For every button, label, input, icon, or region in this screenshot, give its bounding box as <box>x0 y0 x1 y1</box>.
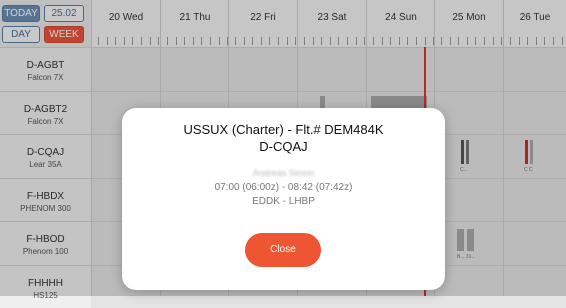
flight-registration: D-CQAJ <box>122 139 445 154</box>
close-button[interactable]: Close <box>245 233 321 267</box>
flight-route: EDDK - LHBP <box>122 196 445 207</box>
flight-title: USSUX (Charter) - Flt.# DEM484K <box>122 122 445 137</box>
flight-details-modal: USSUX (Charter) - Flt.# DEM484K D-CQAJ A… <box>122 108 445 290</box>
pilot-name: Andreas Simon <box>122 168 445 178</box>
flight-time: 07:00 (06:00z) - 08:42 (07:42z) <box>122 182 445 193</box>
schedule-app: TODAY 25.02 DAY WEEK 20 Wed21 Thu22 Fri2… <box>0 0 566 296</box>
